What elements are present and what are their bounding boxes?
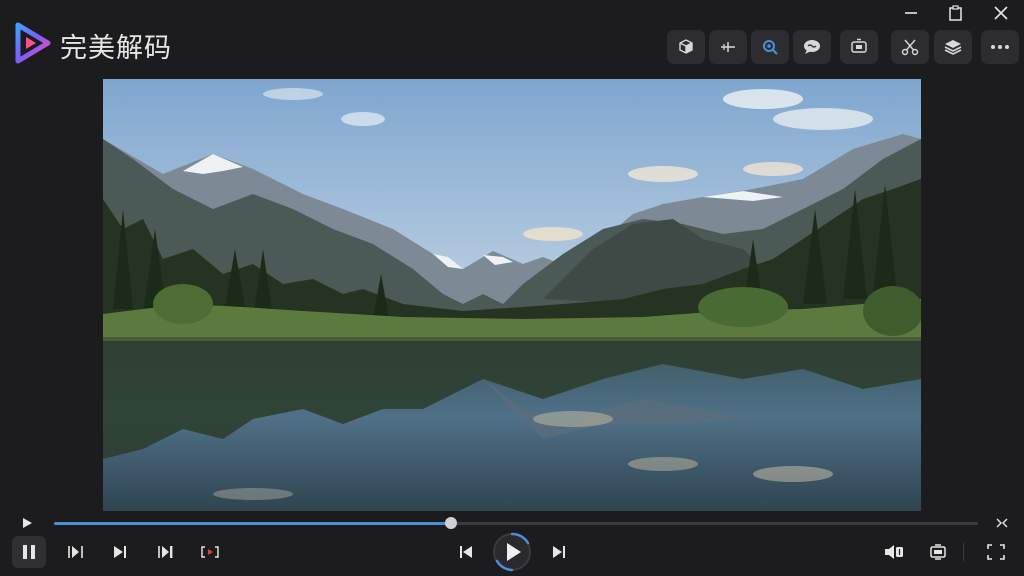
minimize-icon[interactable] — [898, 2, 924, 24]
video-frame[interactable] — [103, 79, 921, 511]
more-options-icon[interactable] — [981, 30, 1019, 64]
screen-cast-icon[interactable] — [840, 30, 878, 64]
cut-clip-icon[interactable] — [891, 30, 929, 64]
seek-bar-progress — [54, 522, 452, 525]
seek-bar[interactable] — [54, 517, 978, 529]
step-back-frame-icon[interactable] — [64, 541, 88, 563]
frame-step-icon[interactable] — [709, 30, 747, 64]
3d-cube-icon[interactable] — [667, 30, 705, 64]
next-track-icon[interactable] — [547, 541, 571, 563]
app-logo-icon — [14, 22, 52, 64]
close-icon[interactable] — [988, 2, 1014, 24]
app-title: 完美解码 — [60, 33, 172, 64]
layers-icon[interactable] — [934, 30, 972, 64]
restore-icon[interactable] — [943, 2, 969, 24]
pause-icon — [23, 545, 35, 559]
audio-track-icon[interactable] — [880, 541, 908, 563]
title-bar: 完美解码 — [0, 0, 1024, 78]
video-scene-image — [103, 79, 921, 511]
divider — [963, 543, 964, 561]
next-icon[interactable] — [108, 541, 132, 563]
play-button[interactable] — [491, 531, 533, 573]
play-small-icon[interactable] — [18, 515, 36, 531]
screen-mode-icon[interactable] — [926, 541, 950, 563]
search-zoom-icon[interactable] — [751, 30, 789, 64]
step-forward-frame-icon[interactable] — [154, 541, 178, 563]
chat-bubble-icon[interactable] — [793, 30, 831, 64]
ab-loop-icon[interactable] — [197, 541, 223, 563]
fullscreen-icon[interactable] — [984, 541, 1008, 563]
collapse-arrows-icon[interactable] — [993, 515, 1011, 531]
pause-button[interactable] — [12, 536, 46, 568]
previous-track-icon[interactable] — [454, 541, 478, 563]
